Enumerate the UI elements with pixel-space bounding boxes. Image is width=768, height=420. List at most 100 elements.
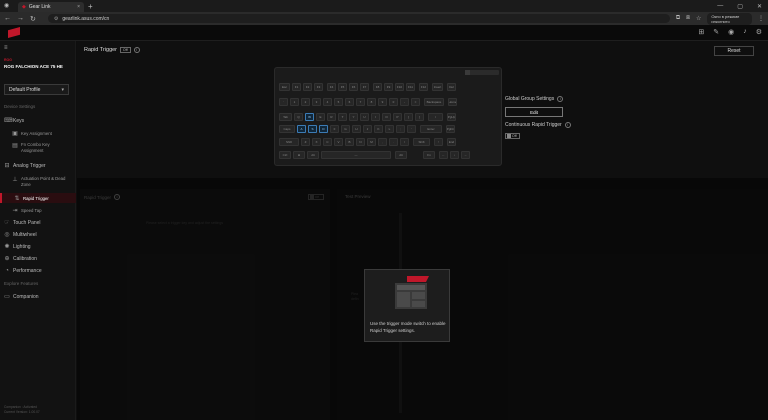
- info-icon[interactable]: i: [564, 122, 571, 128]
- key-4-11[interactable]: Shift: [413, 138, 430, 146]
- key-4-6[interactable]: N: [356, 138, 365, 146]
- new-tab-button[interactable]: +: [88, 2, 93, 11]
- key-1-11[interactable]: -: [400, 98, 409, 106]
- key-5-0[interactable]: Ctrl: [279, 151, 291, 159]
- key-1-9[interactable]: 9: [378, 98, 387, 106]
- key-3-11[interactable]: ': [407, 125, 416, 133]
- key-5-5[interactable]: Fn: [423, 151, 435, 159]
- key-1-1[interactable]: 1: [290, 98, 299, 106]
- key-2-6[interactable]: Y: [349, 113, 358, 121]
- key-5-7[interactable]: ↓: [450, 151, 459, 159]
- key-0-3[interactable]: F3: [314, 83, 323, 91]
- key-3-4[interactable]: F: [330, 125, 339, 133]
- key-5-6[interactable]: ←: [439, 151, 448, 159]
- key-2-2[interactable]: W: [305, 113, 314, 121]
- browser-tab[interactable]: ◆ Gear Link ×: [18, 2, 84, 12]
- key-1-7[interactable]: 7: [356, 98, 365, 106]
- key-0-9[interactable]: F9: [384, 83, 393, 91]
- key-0-0[interactable]: Esc: [279, 83, 290, 91]
- key-3-12[interactable]: Enter: [420, 125, 442, 133]
- key-5-3[interactable]: —: [321, 151, 391, 159]
- key-1-2[interactable]: 2: [301, 98, 310, 106]
- key-2-12[interactable]: ]: [415, 113, 424, 121]
- key-0-2[interactable]: F2: [303, 83, 312, 91]
- key-3-8[interactable]: K: [374, 125, 383, 133]
- key-4-3[interactable]: C: [323, 138, 332, 146]
- key-3-0[interactable]: Caps: [279, 125, 295, 133]
- key-0-6[interactable]: F6: [349, 83, 358, 91]
- edit-icon[interactable]: ✎: [713, 28, 719, 36]
- key-0-7[interactable]: F7: [360, 83, 369, 91]
- key-1-12[interactable]: =: [411, 98, 420, 106]
- sidebar-item-touch-panel[interactable]: ☞ Touch Panel: [0, 218, 76, 227]
- key-1-0[interactable]: `: [279, 98, 288, 106]
- close-window-icon[interactable]: ✕: [757, 3, 762, 10]
- key-2-9[interactable]: O: [382, 113, 391, 121]
- key-5-8[interactable]: →: [461, 151, 470, 159]
- touch-slider[interactable]: [465, 70, 499, 75]
- browser-menu-icon[interactable]: ◉: [4, 2, 9, 9]
- key-0-13[interactable]: Insert: [432, 83, 443, 91]
- key-1-3[interactable]: 3: [312, 98, 321, 106]
- sidebar-item-key-assignment[interactable]: ▣ Key Assignment: [0, 129, 76, 137]
- bookmark-icon[interactable]: ☆: [696, 15, 701, 22]
- key-0-8[interactable]: F8: [373, 83, 382, 91]
- sidebar-item-analog-trigger[interactable]: ⊟ Analog Trigger: [0, 161, 76, 170]
- key-1-4[interactable]: 4: [323, 98, 332, 106]
- key-0-12[interactable]: F12: [419, 83, 428, 91]
- key-1-8[interactable]: 8: [367, 98, 376, 106]
- key-4-5[interactable]: B: [345, 138, 354, 146]
- key-4-12[interactable]: ↑: [434, 138, 443, 146]
- edit-button[interactable]: Edit: [505, 107, 563, 117]
- key-0-5[interactable]: F5: [338, 83, 347, 91]
- site-info-icon[interactable]: ⚙: [54, 16, 58, 22]
- key-0-10[interactable]: F10: [395, 83, 404, 91]
- sidebar-item-fn-combo[interactable]: ▤ Fn Combo Key Assignment: [0, 142, 76, 156]
- key-2-5[interactable]: T: [338, 113, 347, 121]
- sidebar-item-keys[interactable]: ⌨ Keys: [0, 116, 76, 125]
- sidebar-item-companion[interactable]: ▭ Companion: [0, 292, 76, 301]
- key-3-10[interactable]: ;: [396, 125, 405, 133]
- key-2-3[interactable]: E: [316, 113, 325, 121]
- key-1-13[interactable]: Backspace: [424, 98, 444, 106]
- key-2-10[interactable]: P: [393, 113, 402, 121]
- key-5-4[interactable]: Alt: [395, 151, 407, 159]
- sidebar-item-rapid-trigger[interactable]: ⇅ Rapid Trigger: [0, 193, 76, 203]
- close-tab-icon[interactable]: ×: [77, 4, 80, 10]
- key-4-4[interactable]: V: [334, 138, 343, 146]
- browser-menu-dots-icon[interactable]: ⋮: [758, 15, 764, 22]
- key-0-4[interactable]: F4: [327, 83, 336, 91]
- key-4-10[interactable]: /: [400, 138, 409, 146]
- translate-icon[interactable]: ⧉: [676, 15, 680, 22]
- sidebar-item-performance[interactable]: ◔ Performance: [0, 266, 76, 275]
- key-4-0[interactable]: Shift: [279, 138, 299, 146]
- rapid-trigger-toggle[interactable]: Off: [120, 47, 131, 53]
- key-3-13[interactable]: PgDn: [446, 125, 455, 133]
- info-icon[interactable]: i: [557, 96, 564, 102]
- key-5-2[interactable]: Alt: [307, 151, 319, 159]
- back-icon[interactable]: ←: [4, 15, 11, 22]
- key-4-7[interactable]: M: [367, 138, 376, 146]
- key-1-6[interactable]: 6: [345, 98, 354, 106]
- minimize-icon[interactable]: —: [717, 3, 723, 10]
- key-3-1[interactable]: A: [297, 125, 306, 133]
- key-4-1[interactable]: Z: [301, 138, 310, 146]
- key-2-7[interactable]: U: [360, 113, 369, 121]
- key-2-0[interactable]: Tab: [279, 113, 292, 121]
- device-icon[interactable]: ⊞: [698, 28, 704, 36]
- key-3-7[interactable]: J: [363, 125, 372, 133]
- hamburger-icon[interactable]: ≡: [4, 45, 8, 51]
- key-5-1[interactable]: ⊞: [293, 151, 305, 159]
- continuous-toggle[interactable]: Off: [505, 133, 520, 139]
- key-0-11[interactable]: F11: [406, 83, 415, 91]
- gear-icon[interactable]: ⚙: [756, 28, 762, 36]
- sidebar-item-multiwheel[interactable]: ◎ Multiwheel: [0, 230, 76, 239]
- key-2-8[interactable]: I: [371, 113, 380, 121]
- key-2-13[interactable]: \: [428, 113, 443, 121]
- sidebar-item-speed-tap[interactable]: ⇥ Speed Tap: [0, 206, 76, 214]
- key-3-5[interactable]: G: [341, 125, 350, 133]
- key-0-14[interactable]: Del: [447, 83, 456, 91]
- key-3-9[interactable]: L: [385, 125, 394, 133]
- key-1-14[interactable]: Home: [448, 98, 457, 106]
- key-2-14[interactable]: PgUp: [447, 113, 456, 121]
